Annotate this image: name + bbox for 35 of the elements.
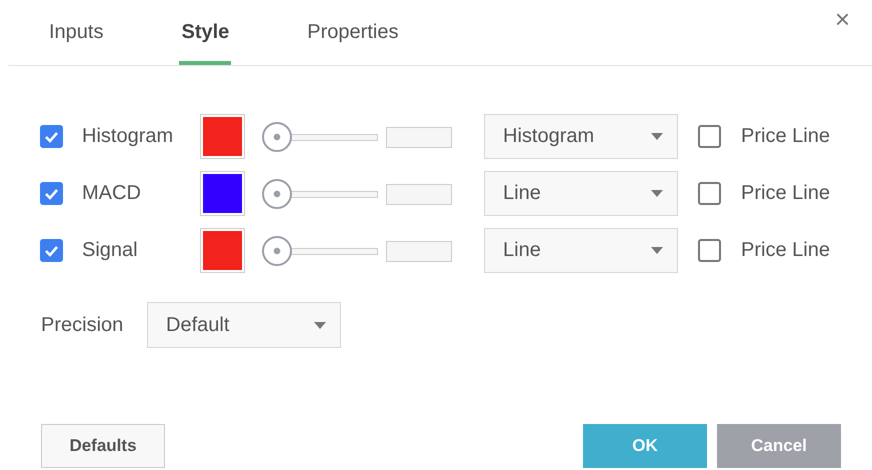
price-line-label: Price Line bbox=[741, 239, 830, 262]
plot-label: Signal bbox=[82, 239, 139, 262]
style-dropdown[interactable]: Line bbox=[484, 171, 678, 216]
check-icon bbox=[44, 244, 59, 256]
opacity-slider[interactable] bbox=[262, 236, 452, 266]
opacity-slider[interactable] bbox=[262, 122, 452, 152]
price-line-label: Price Line bbox=[741, 182, 830, 205]
precision-label: Precision bbox=[41, 314, 124, 336]
style-dropdown[interactable]: Line bbox=[484, 228, 678, 273]
plot-label: MACD bbox=[82, 182, 142, 205]
check-icon bbox=[44, 130, 59, 142]
color-swatch[interactable] bbox=[200, 171, 245, 216]
checkbox[interactable] bbox=[40, 125, 63, 148]
plot-label: Histogram bbox=[82, 125, 174, 148]
tab[interactable]: Style bbox=[179, 0, 232, 65]
checkbox[interactable] bbox=[698, 182, 721, 205]
tab[interactable]: Inputs bbox=[47, 0, 106, 65]
opacity-slider[interactable] bbox=[262, 178, 452, 208]
price-line-label: Price Line bbox=[741, 125, 830, 148]
caret-icon bbox=[651, 190, 663, 197]
checkbox[interactable] bbox=[40, 239, 63, 262]
style-dropdown[interactable]: Histogram bbox=[484, 114, 678, 159]
close-button[interactable]: × bbox=[834, 6, 850, 32]
caret-icon bbox=[651, 133, 663, 140]
caret-icon bbox=[314, 322, 326, 328]
color-swatch[interactable] bbox=[200, 114, 245, 159]
tab[interactable]: Properties bbox=[305, 0, 400, 65]
checkbox[interactable] bbox=[698, 125, 721, 148]
defaults-button[interactable]: Defaults bbox=[41, 424, 165, 468]
caret-icon bbox=[651, 247, 663, 254]
checkbox[interactable] bbox=[698, 239, 721, 262]
precision-dropdown[interactable]: Default bbox=[147, 302, 341, 348]
check-icon bbox=[44, 188, 59, 200]
color-swatch[interactable] bbox=[200, 228, 245, 273]
checkbox[interactable] bbox=[40, 182, 63, 205]
